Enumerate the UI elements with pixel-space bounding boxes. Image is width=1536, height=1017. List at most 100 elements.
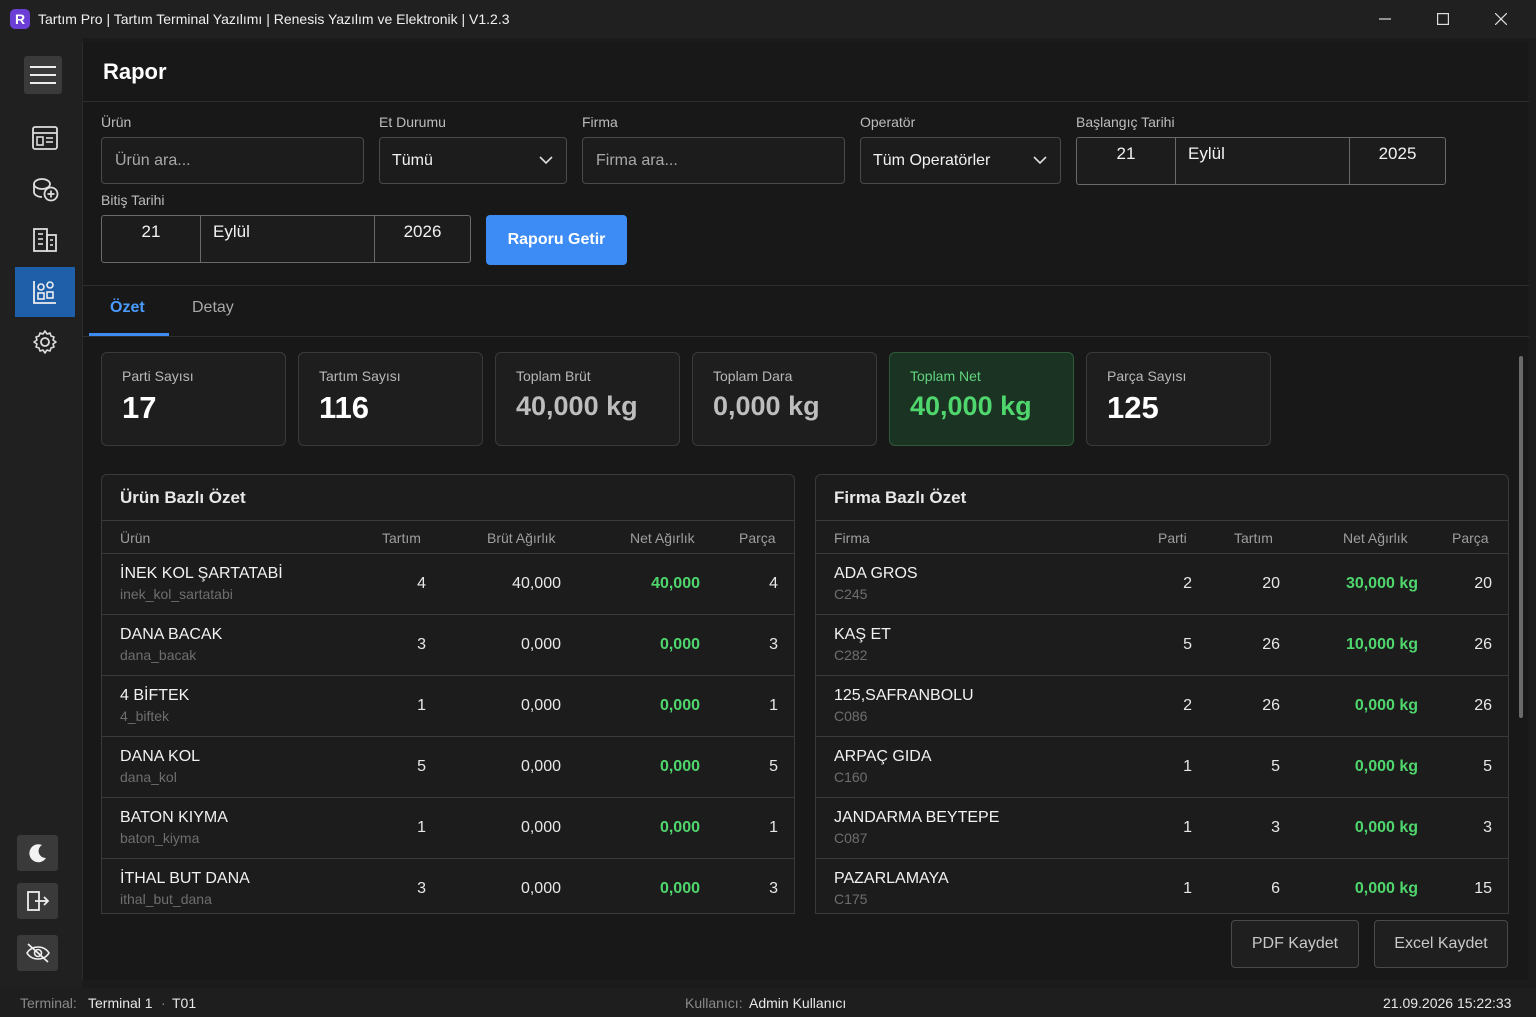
baslangic-label: Başlangıç Tarihi [1076, 114, 1175, 130]
table-row[interactable]: KAŞ ET C282 5 26 10,000 kg 26 [816, 615, 1508, 676]
row-parti: 2 [1183, 697, 1192, 714]
col-net[interactable]: Net Ağırlık [1343, 530, 1408, 546]
row-net: 0,000 kg [1354, 819, 1418, 836]
status-bar: Terminal: Terminal 1 · T01 Kullanıcı: Ad… [0, 988, 1536, 1017]
operator-select[interactable]: Tüm Operatörler [860, 137, 1061, 184]
datetime: 21.09.2026 15:22:33 [1383, 995, 1512, 1011]
row-brut: 40,000 [512, 575, 561, 592]
bitis-month[interactable]: Eylül [200, 216, 374, 262]
row-code: dana_kol [120, 769, 177, 785]
baslangic-day[interactable]: 21 [1077, 138, 1175, 184]
tab-detay[interactable]: Detay [192, 299, 234, 317]
operator-label: Operatör [860, 114, 916, 130]
theme-toggle-button[interactable] [17, 835, 58, 871]
divider [83, 101, 1529, 102]
table-row[interactable]: ARPAÇ GIDA C160 1 5 0,000 kg 5 [816, 737, 1508, 798]
bitis-date-picker[interactable]: 21 Eylül 2026 [101, 215, 471, 263]
row-tartim: 5 [417, 758, 426, 775]
row-code: 4_biftek [120, 708, 170, 724]
hide-button[interactable] [17, 935, 58, 971]
table-row[interactable]: ADA GROS C245 2 20 30,000 kg 20 [816, 554, 1508, 615]
table-row[interactable]: DANA BACAK dana_bacak 3 0,000 0,000 3 [102, 615, 794, 676]
sidebar-item-settings[interactable] [15, 317, 75, 367]
row-parti: 5 [1183, 636, 1192, 653]
menu-icon [30, 66, 56, 84]
firma-label: Firma [582, 114, 618, 130]
get-report-button[interactable]: Raporu Getir [486, 215, 627, 265]
col-brut[interactable]: Brüt Ağırlık [487, 530, 555, 546]
et-durumu-select[interactable]: Tümü [379, 137, 567, 184]
card-label: Tartım Sayısı [319, 368, 401, 384]
table-row[interactable]: 125,SAFRANBOLU C086 2 26 0,000 kg 26 [816, 676, 1508, 737]
bitis-year[interactable]: 2026 [374, 216, 470, 262]
bitis-day[interactable]: 21 [102, 216, 200, 262]
row-brut: 0,000 [520, 758, 561, 775]
operator-value: Tüm Operatörler [873, 151, 991, 169]
close-button[interactable] [1472, 0, 1530, 38]
row-name: 4 BİFTEK [120, 687, 190, 704]
row-parti: 1 [1183, 819, 1192, 836]
pdf-save-button[interactable]: PDF Kaydet [1231, 920, 1359, 968]
baslangic-date-picker[interactable]: 21 Eylül 2025 [1076, 137, 1446, 185]
col-net[interactable]: Net Ağırlık [630, 530, 695, 546]
excel-save-button[interactable]: Excel Kaydet [1374, 920, 1508, 968]
et-durumu-label: Et Durumu [379, 114, 446, 130]
panel-title: Firma Bazlı Özet [834, 488, 967, 507]
sidebar-item-reports[interactable] [15, 267, 75, 317]
table-header: Firma Parti Tartım Net Ağırlık Parça [816, 520, 1508, 554]
col-urun[interactable]: Ürün [120, 530, 150, 546]
card-value: 17 [122, 390, 157, 425]
baslangic-year[interactable]: 2025 [1349, 138, 1445, 184]
table-row[interactable]: JANDARMA BEYTEPE C087 1 3 0,000 kg 3 [816, 798, 1508, 859]
minimize-icon [1379, 18, 1391, 20]
row-name: İTHAL BUT DANA [120, 870, 250, 887]
col-parti[interactable]: Parti [1158, 530, 1187, 546]
card-label: Toplam Dara [713, 368, 793, 384]
col-parca[interactable]: Parça [1452, 530, 1489, 546]
row-code: dana_bacak [120, 647, 197, 663]
scrollbar[interactable] [1519, 356, 1523, 718]
col-tartim[interactable]: Tartım [382, 530, 421, 546]
row-brut: 0,000 [520, 819, 561, 836]
card-tartim-sayisi: Tartım Sayısı 116 [298, 352, 483, 446]
card-label: Toplam Brüt [516, 368, 591, 384]
urun-label: Ürün [101, 114, 132, 130]
sidebar-item-dashboard[interactable] [15, 113, 75, 163]
row-parca: 15 [1474, 880, 1492, 897]
minimize-button[interactable] [1356, 0, 1414, 38]
sidebar-item-companies[interactable] [15, 215, 75, 265]
maximize-button[interactable] [1414, 0, 1472, 38]
card-parti-sayisi: Parti Sayısı 17 [101, 352, 286, 446]
table-row[interactable]: PAZARLAMAYA C175 1 6 0,000 kg 15 [816, 859, 1508, 913]
table-row[interactable]: DANA KOL dana_kol 5 0,000 0,000 5 [102, 737, 794, 798]
row-parca: 26 [1474, 697, 1492, 714]
terminal-code: T01 [172, 995, 197, 1011]
main-content: Rapor Ürün Ürün ara... Et Durumu Tümü Fi… [82, 42, 1529, 980]
row-tartim: 6 [1271, 880, 1280, 897]
logout-button[interactable] [17, 883, 58, 919]
firma-placeholder: Firma ara... [596, 151, 678, 169]
menu-button[interactable] [24, 56, 62, 94]
row-net: 0,000 [659, 819, 700, 836]
col-firma[interactable]: Firma [834, 530, 870, 546]
divider [83, 336, 1529, 337]
row-net: 0,000 [659, 880, 700, 897]
window-title: Tartım Pro | Tartım Terminal Yazılımı | … [38, 11, 510, 27]
table-row[interactable]: İNEK KOL ŞARTATABİ inek_kol_sartatabi 4 40,… [102, 554, 794, 615]
table-row[interactable]: 4 BİFTEK 4_biftek 1 0,000 0,000 1 [102, 676, 794, 737]
logout-icon [26, 891, 49, 911]
sidebar-item-new-weighing[interactable] [15, 164, 75, 214]
baslangic-month[interactable]: Eylül [1175, 138, 1349, 184]
table-row[interactable]: İTHAL BUT DANA ithal_but_dana 3 0,000 0,000 3 [102, 859, 794, 913]
urun-search-input[interactable]: Ürün ara... [101, 137, 364, 184]
col-parca[interactable]: Parça [739, 530, 776, 546]
tab-ozet[interactable]: Özet [110, 299, 145, 317]
row-code: C245 [834, 586, 868, 602]
row-name: JANDARMA BEYTEPE [834, 809, 1000, 826]
firma-search-input[interactable]: Firma ara... [582, 137, 845, 184]
row-parca: 5 [769, 758, 778, 775]
row-name: DANA KOL [120, 748, 201, 765]
table-row[interactable]: BATON KIYMA baton_kiyma 1 0,000 0,000 1 [102, 798, 794, 859]
row-net: 40,000 [651, 575, 700, 592]
col-tartim[interactable]: Tartım [1234, 530, 1273, 546]
